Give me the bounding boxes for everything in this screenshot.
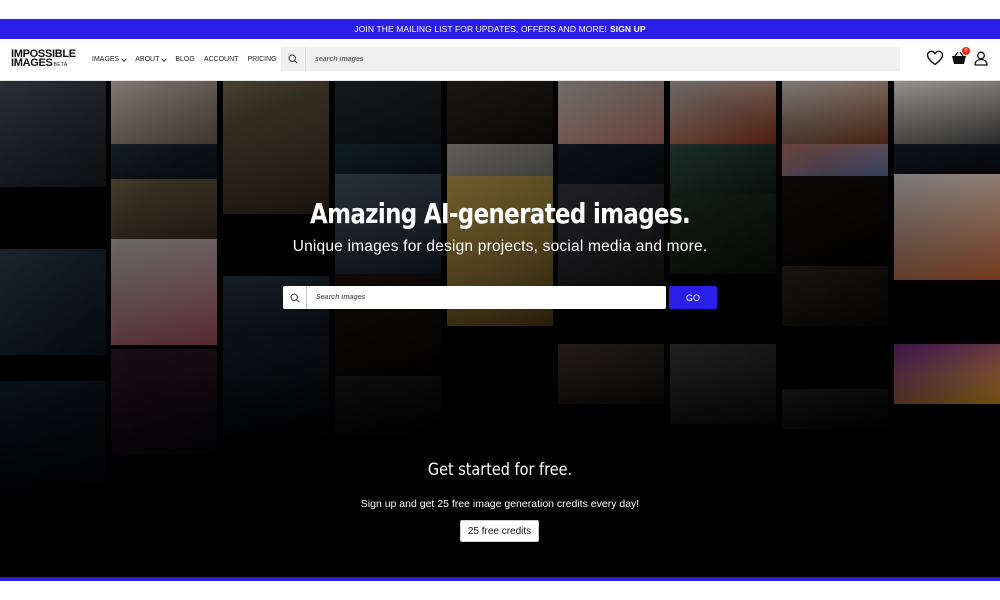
hero-subtitle: Unique images for design projects, socia… xyxy=(292,238,708,255)
menu-item-pricing[interactable]: PRICING xyxy=(247,56,276,63)
menu-item-label: ACCOUNT xyxy=(203,56,239,63)
user-icon[interactable] xyxy=(974,51,988,71)
menu-item-label: ABOUT xyxy=(135,56,160,63)
free-credits-button[interactable]: 25 free credits xyxy=(460,520,539,542)
hero-title: Amazing AI-generated images. xyxy=(309,197,691,230)
main-menu: IMAGES ABOUT BLOG ACCOUNT PRICING xyxy=(92,55,277,63)
go-button[interactable]: GO xyxy=(669,286,717,309)
menu-item-about[interactable]: ABOUT xyxy=(135,55,168,63)
cta-text: Sign up and get 25 free image generation… xyxy=(360,498,640,510)
cta-title: Get started for free. xyxy=(427,460,573,480)
menu-item-label: PRICING xyxy=(247,56,277,63)
heart-icon[interactable] xyxy=(926,50,944,71)
banner-signup-link[interactable]: SIGN UP xyxy=(610,24,646,34)
logo-line-2: IMAGES xyxy=(11,56,53,69)
menu-item-label: BLOG xyxy=(175,56,195,63)
header-search-input[interactable] xyxy=(313,54,877,64)
hero-search-input[interactable] xyxy=(314,293,658,302)
menu-item-blog[interactable]: BLOG xyxy=(175,56,194,63)
chevron-down-icon xyxy=(161,55,168,62)
mailing-list-banner: JOIN THE MAILING LIST FOR UPDATES, OFFER… xyxy=(0,19,1000,39)
menu-item-label: IMAGES xyxy=(92,56,120,63)
footer-accent-bar xyxy=(0,577,1000,581)
hero-search-bar xyxy=(283,286,666,309)
header-search-bar xyxy=(281,47,900,71)
top-navigation: IMPOSSIBLE IMAGESBETA IMAGES ABOUT BLOG … xyxy=(0,39,1000,81)
banner-text: JOIN THE MAILING LIST FOR UPDATES, OFFER… xyxy=(354,24,607,34)
site-logo[interactable]: IMPOSSIBLE IMAGESBETA xyxy=(11,48,81,70)
cart-count-badge: 0 xyxy=(962,46,970,55)
hero-fade xyxy=(0,371,1000,511)
search-icon[interactable] xyxy=(283,286,307,309)
menu-item-images[interactable]: IMAGES xyxy=(92,55,128,63)
beta-badge: BETA xyxy=(53,61,68,68)
cart-icon[interactable]: 0 xyxy=(951,46,970,71)
hero-section: Amazing AI-generated images. Unique imag… xyxy=(0,81,1000,578)
chevron-down-icon xyxy=(121,55,128,62)
search-icon[interactable] xyxy=(281,47,306,71)
header-icons: 0 xyxy=(926,46,988,71)
menu-item-account[interactable]: ACCOUNT xyxy=(204,56,239,63)
